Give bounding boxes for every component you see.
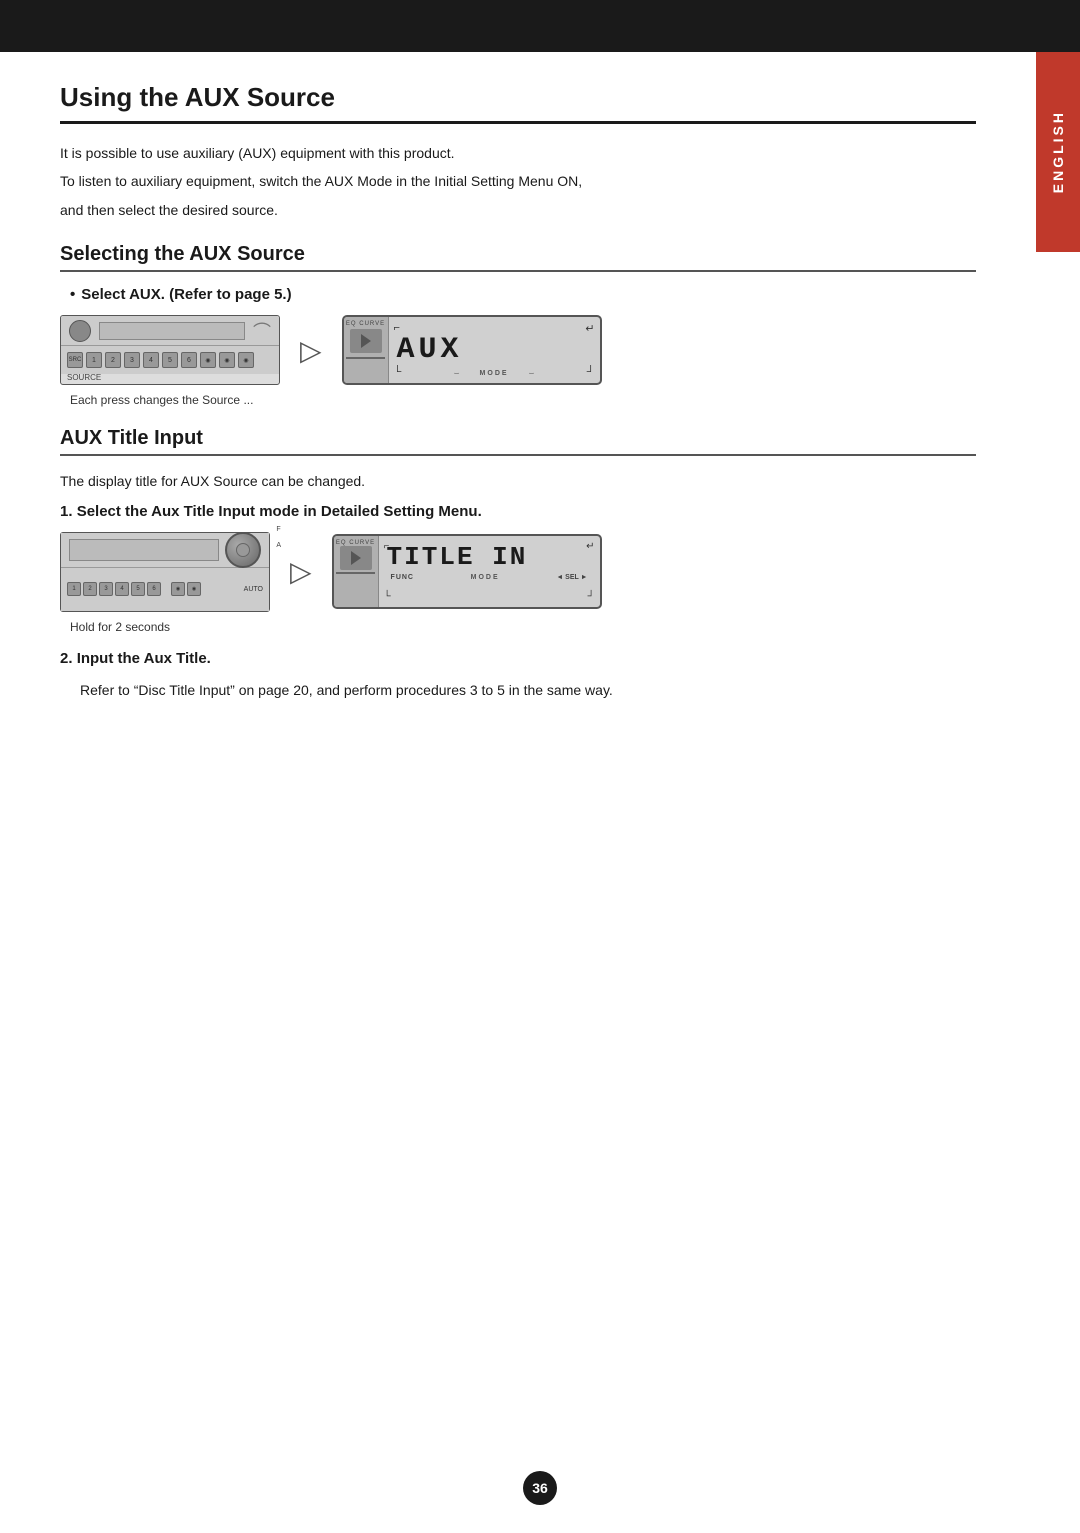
step-2-num: 2.	[60, 650, 73, 667]
rd2-btn-2: 2	[83, 582, 97, 596]
mode-label-2: MODE	[471, 574, 500, 581]
aux-display-text: AUX	[397, 333, 463, 367]
lcd-icon-box	[350, 329, 382, 353]
btn-3: 3	[124, 352, 140, 368]
bullet-select-aux-text: Select AUX. (Refer to page 5.)	[81, 286, 291, 303]
title-display-text: TITLE IN	[387, 542, 592, 572]
lcd-left-section: EQ CURVE	[344, 317, 389, 383]
page-number: 36	[523, 1471, 557, 1505]
rd2-dial-container: F A	[225, 532, 261, 568]
source-label: SOURCE	[67, 373, 101, 382]
step-1-caption: Hold for 2 seconds	[70, 620, 976, 634]
top-bar	[0, 0, 1080, 52]
bullet-select-aux: Select AUX. (Refer to page 5.)	[70, 286, 976, 303]
title-diagram-row: F A 1 2 3 4 5 6 ◉ ◉ AUTO	[60, 532, 976, 612]
bottom-arc-left: ⌣	[454, 368, 460, 379]
sel-label: ◄ SEL ►	[556, 574, 587, 581]
rd2-bottom: 1 2 3 4 5 6 ◉ ◉ AUTO	[61, 568, 269, 611]
rd2-label-a: A	[276, 542, 281, 549]
lcd-icon-box-2	[340, 546, 372, 570]
rd2-btn-6: 6	[147, 582, 161, 596]
lcd-play-triangle-2	[351, 551, 361, 565]
btn-5: 5	[162, 352, 178, 368]
rd2-screen	[69, 539, 219, 561]
btn-extra1: ◉	[200, 352, 216, 368]
rd2-btn-5: 5	[131, 582, 145, 596]
step-1-heading: 1. Select the Aux Title Input mode in De…	[60, 503, 976, 520]
step-1-num: 1.	[60, 503, 73, 520]
aux-diagram-row: ⌒ SRC 1 2 3 4 5 6 ◉ ◉ ◉ SOURCE ▷	[60, 315, 976, 385]
rd2-label-f: F	[276, 526, 280, 533]
lcd-func-row: FUNC MODE ◄ SEL ►	[387, 574, 592, 581]
section-heading-selecting: Selecting the AUX Source	[60, 243, 976, 272]
language-tab: ENGLISH	[1036, 52, 1080, 252]
radio-knob	[69, 320, 91, 342]
lcd-title-display: EQ CURVE ⌐ ↵ TITLE IN FUNC MODE ◄ SEL ►	[332, 534, 602, 609]
rd2-labels: F A	[276, 526, 281, 549]
radio-top-row: ⌒	[61, 316, 279, 346]
language-label: ENGLISH	[1050, 110, 1066, 193]
rd2-btn-extra1: ◉	[171, 582, 185, 596]
intro-line-1: It is possible to use auxiliary (AUX) eq…	[60, 142, 976, 164]
mode-label: MODE	[480, 370, 509, 377]
lcd-play-triangle	[361, 334, 371, 348]
btn-1: 1	[86, 352, 102, 368]
bottom-arc-right: ⌣	[529, 368, 535, 379]
lcd-aux-display: EQ CURVE ⌐ ↵ AUX ⌣ MODE ⌣ └	[342, 315, 602, 385]
btn-extra3: ◉	[238, 352, 254, 368]
section-aux-title-input: AUX Title Input The display title for AU…	[60, 427, 976, 701]
step-1-label: Select the Aux Title Input mode in Detai…	[77, 503, 482, 520]
radio-device-2: F A 1 2 3 4 5 6 ◉ ◉ AUTO	[60, 532, 270, 612]
rd2-top: F A	[61, 533, 269, 568]
arrow-title: ▷	[290, 555, 312, 588]
lcd-title-left: EQ CURVE	[334, 536, 379, 607]
aux-caption: Each press changes the Source ...	[70, 393, 976, 407]
corner-tl: ⌐	[394, 322, 400, 334]
page-title: Using the AUX Source	[60, 82, 976, 113]
main-content: Using the AUX Source It is possible to u…	[0, 52, 1036, 751]
aux-title-intro: The display title for AUX Source can be …	[60, 470, 976, 492]
rd2-btn-extra2: ◉	[187, 582, 201, 596]
radio-display	[99, 322, 245, 340]
lcd-divider	[346, 357, 386, 359]
btn-2: 2	[105, 352, 121, 368]
corner-br: ┘	[587, 366, 595, 378]
step-2-body: Refer to “Disc Title Input” on page 20, …	[80, 679, 976, 701]
lcd-main-aux: ⌐ ↵ AUX ⌣ MODE ⌣ └ ┘	[389, 317, 600, 383]
rd2-btn-4: 4	[115, 582, 129, 596]
btn-source: SRC	[67, 352, 83, 368]
page-title-section: Using the AUX Source	[60, 82, 976, 124]
intro-line-3: and then select the desired source.	[60, 199, 976, 221]
corner-bl: └	[394, 366, 402, 378]
intro-line-2: To listen to auxiliary equipment, switch…	[60, 170, 976, 192]
step-2-label: Input the Aux Title.	[77, 650, 211, 667]
rd2-btn-1: 1	[67, 582, 81, 596]
section-heading-aux-title: AUX Title Input	[60, 427, 976, 456]
arrow-aux: ▷	[300, 334, 322, 367]
btn-4: 4	[143, 352, 159, 368]
intro-text: It is possible to use auxiliary (AUX) eq…	[60, 142, 976, 221]
step-2-heading: 2. Input the Aux Title.	[60, 650, 976, 667]
rd2-dial	[225, 532, 261, 568]
radio-bottom-row: SRC 1 2 3 4 5 6 ◉ ◉ ◉	[61, 346, 279, 374]
rd2-label-auto: AUTO	[244, 586, 263, 593]
lcd-title-main: ⌐ ↵ TITLE IN FUNC MODE ◄ SEL ► └ ┘	[379, 536, 600, 607]
lcd-divider-2	[336, 572, 376, 574]
corner-tr: ↵	[585, 322, 594, 335]
btn-extra2: ◉	[219, 352, 235, 368]
title-corner-bl: └	[384, 591, 391, 602]
rd2-dial-inner	[236, 543, 250, 557]
section-selecting-aux: Selecting the AUX Source Select AUX. (Re…	[60, 243, 976, 407]
title-corner-tl: ⌐	[384, 541, 390, 552]
title-corner-br: ┘	[587, 591, 594, 602]
eq-curve-label: EQ CURVE	[346, 321, 385, 327]
radio-device-1: ⌒ SRC 1 2 3 4 5 6 ◉ ◉ ◉ SOURCE	[60, 315, 280, 385]
title-corner-tr: ↵	[586, 541, 594, 552]
rd2-btn-3: 3	[99, 582, 113, 596]
func-label: FUNC	[391, 574, 414, 581]
lcd-bottom-bar: ⌣ MODE ⌣	[389, 368, 600, 379]
btn-6: 6	[181, 352, 197, 368]
